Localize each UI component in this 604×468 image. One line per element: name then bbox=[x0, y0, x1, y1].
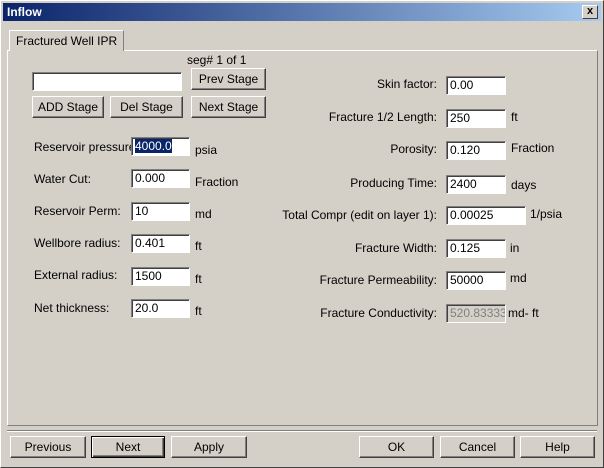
wellbore-radius-unit: ft bbox=[195, 239, 202, 253]
reservoir-pressure-label: Reservoir pressure: bbox=[34, 140, 139, 154]
segment-name-input[interactable] bbox=[32, 72, 182, 91]
fracture-half-length-label: Fracture 1/2 Length: bbox=[328, 110, 437, 124]
add-stage-button[interactable]: ADD Stage bbox=[32, 96, 104, 118]
fracture-width-input[interactable]: 0.125 bbox=[446, 239, 506, 258]
water-cut-unit: Fraction bbox=[195, 175, 239, 189]
tab-fractured-well-ipr[interactable]: Fractured Well IPR bbox=[9, 30, 125, 51]
fracture-permeability-label: Fracture Permeability: bbox=[319, 273, 437, 287]
producing-time-label: Producing Time: bbox=[350, 176, 437, 190]
fracture-conductivity-label: Fracture Conductivity: bbox=[320, 306, 437, 320]
total-compr-input[interactable]: 0.00025 bbox=[446, 206, 526, 225]
inflow-dialog: Inflow x Fractured Well IPR seg# 1 of 1 … bbox=[0, 0, 604, 468]
porosity-unit: Fraction bbox=[511, 141, 555, 155]
fracture-permeability-input[interactable]: 50000 bbox=[446, 271, 506, 290]
window-title: Inflow bbox=[7, 5, 42, 19]
net-thickness-unit: ft bbox=[195, 304, 202, 318]
external-radius-label: External radius: bbox=[34, 268, 118, 282]
porosity-input[interactable]: 0.120 bbox=[446, 141, 506, 160]
net-thickness-input[interactable]: 20.0 bbox=[131, 299, 190, 318]
fracture-width-label: Fracture Width: bbox=[354, 241, 437, 255]
producing-time-input[interactable]: 2400 bbox=[446, 175, 506, 194]
total-compr-label: Total Compr (edit on layer 1): bbox=[282, 208, 437, 222]
apply-button[interactable]: Apply bbox=[171, 436, 247, 458]
net-thickness-label: Net thickness: bbox=[34, 301, 110, 315]
next-button[interactable]: Next bbox=[91, 436, 165, 458]
wellbore-radius-input[interactable]: 0.401 bbox=[131, 234, 190, 253]
reservoir-perm-input[interactable]: 10 bbox=[131, 202, 190, 221]
reservoir-perm-label: Reservoir Perm: bbox=[34, 204, 121, 218]
reservoir-perm-unit: md bbox=[195, 207, 212, 221]
footer-separator bbox=[7, 430, 597, 432]
skin-factor-input[interactable]: 0.00 bbox=[446, 76, 506, 95]
help-button[interactable]: Help bbox=[520, 436, 595, 458]
fracture-conductivity-unit: md- ft bbox=[508, 306, 539, 320]
porosity-label: Porosity: bbox=[390, 142, 437, 156]
fracture-conductivity-input: 520.83333 bbox=[446, 304, 506, 323]
close-icon[interactable]: x bbox=[582, 5, 598, 19]
previous-button[interactable]: Previous bbox=[10, 436, 86, 458]
skin-factor-label: Skin factor: bbox=[376, 77, 437, 91]
fracture-width-unit: in bbox=[510, 241, 520, 255]
segment-label: seg# 1 of 1 bbox=[187, 53, 247, 67]
ok-button[interactable]: OK bbox=[359, 436, 434, 458]
next-stage-button[interactable]: Next Stage bbox=[191, 96, 266, 118]
reservoir-pressure-unit: psia bbox=[195, 143, 218, 157]
external-radius-input[interactable]: 1500 bbox=[131, 267, 190, 286]
title-bar[interactable]: Inflow x bbox=[3, 3, 601, 21]
producing-time-unit: days bbox=[511, 178, 537, 192]
water-cut-label: Water Cut: bbox=[34, 172, 91, 186]
prev-stage-button[interactable]: Prev Stage bbox=[191, 68, 266, 90]
total-compr-unit: 1/psia bbox=[530, 207, 563, 221]
water-cut-input[interactable]: 0.000 bbox=[131, 169, 190, 188]
del-stage-button[interactable]: Del Stage bbox=[110, 96, 183, 118]
fracture-permeability-unit: md bbox=[510, 271, 527, 285]
reservoir-pressure-input[interactable]: 4000.0 bbox=[131, 137, 190, 156]
cancel-button[interactable]: Cancel bbox=[440, 436, 515, 458]
external-radius-unit: ft bbox=[195, 272, 202, 286]
fracture-half-length-unit: ft bbox=[511, 110, 518, 124]
wellbore-radius-label: Wellbore radius: bbox=[34, 236, 121, 250]
fracture-half-length-input[interactable]: 250 bbox=[446, 109, 506, 128]
